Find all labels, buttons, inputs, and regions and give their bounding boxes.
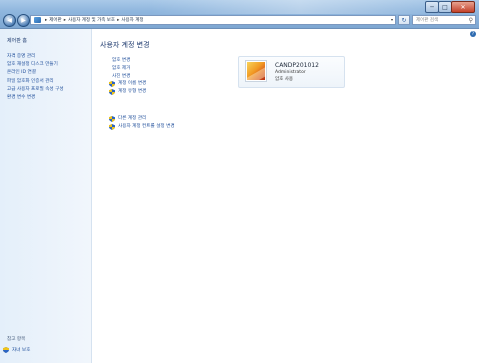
password-status: 암호 사용: [275, 77, 293, 82]
uac-shield-icon: [109, 89, 115, 96]
uac-shield-icon: [3, 347, 9, 353]
change-environment-variables-link[interactable]: 환경 변수 변경: [7, 94, 64, 102]
address-bar[interactable]: ▸ 제어판 ▸ 사용자 계정 및 가족 보호 ▸ 사용자 계정 ▾: [30, 15, 396, 25]
manage-other-account-label[interactable]: 다른 계정 관리: [118, 115, 146, 123]
address-dropdown-icon[interactable]: ▾: [391, 17, 393, 22]
breadcrumb-separator[interactable]: ▸: [45, 18, 47, 23]
change-account-name-label[interactable]: 계정 이름 변경: [118, 80, 146, 88]
parental-controls-label[interactable]: 자녀 보호: [12, 347, 30, 353]
minimize-button[interactable]: ─: [425, 1, 439, 13]
link-online-id-link[interactable]: 온라인 ID 연결: [7, 69, 64, 77]
search-box[interactable]: 제어판 검색 ⚲: [412, 15, 476, 25]
other-task-list: 다른 계정 관리 사용자 계정 컨트롤 설정 변경: [109, 115, 175, 131]
see-also-heading: 참고 항목: [7, 337, 26, 342]
window-titlebar: ─ □ ✕ ◀ ▶ ▾ ▸ 제어판 ▸ 사용자 계정 및 가족 보호 ▸ 사용자…: [0, 0, 479, 29]
manage-encryption-certificates-link[interactable]: 파일 암호화 인증서 관리: [7, 78, 64, 86]
breadcrumb-user-accounts[interactable]: 사용자 계정: [121, 17, 143, 23]
change-picture-label[interactable]: 사진 변경: [112, 73, 130, 81]
page-title: 사용자 계정 변경: [100, 41, 150, 49]
parental-controls-link[interactable]: 자녀 보호: [3, 347, 30, 353]
help-icon[interactable]: ?: [470, 31, 476, 37]
remove-password-link[interactable]: 암호 제거: [109, 65, 146, 73]
advanced-profile-properties-link[interactable]: 고급 사용자 프로필 속성 구성: [7, 86, 64, 94]
create-password-reset-disk-link[interactable]: 암호 재설정 디스크 만들기: [7, 61, 64, 69]
left-pane: 제어판 홈 자격 증명 관리 암호 재설정 디스크 만들기 온라인 ID 연결 …: [0, 29, 92, 363]
manage-other-account-link[interactable]: 다른 계정 관리: [109, 115, 175, 123]
breadcrumb-separator[interactable]: ▸: [117, 18, 119, 23]
breadcrumb-separator[interactable]: ▸: [64, 18, 66, 23]
uac-shield-icon: [109, 123, 115, 130]
account-task-list: 암호 변경 암호 제거 사진 변경 계정 이름 변경 계정 유형 변경: [109, 57, 146, 96]
change-password-label[interactable]: 암호 변경: [112, 57, 130, 65]
avatar-picture: [247, 62, 265, 80]
user-name: CANDP201012: [275, 62, 319, 69]
manage-credentials-link[interactable]: 자격 증명 관리: [7, 53, 64, 61]
refresh-button[interactable]: ↻: [398, 15, 410, 25]
control-panel-icon: [34, 17, 41, 23]
user-account-card: CANDP201012 Administrator 암호 사용: [238, 56, 345, 88]
change-picture-link[interactable]: 사진 변경: [109, 73, 146, 81]
change-account-type-link[interactable]: 계정 유형 변경: [109, 88, 146, 96]
uac-shield-icon: [109, 81, 115, 88]
remove-password-label[interactable]: 암호 제거: [112, 65, 130, 73]
change-password-link[interactable]: 암호 변경: [109, 57, 146, 65]
uac-shield-icon: [109, 115, 115, 122]
left-pane-links: 자격 증명 관리 암호 재설정 디스크 만들기 온라인 ID 연결 파일 암호화…: [7, 53, 64, 102]
window-caption-buttons: ─ □ ✕: [425, 1, 475, 13]
control-panel-home-link[interactable]: 제어판 홈: [7, 37, 27, 44]
forward-button[interactable]: ▶: [17, 13, 30, 27]
change-account-name-link[interactable]: 계정 이름 변경: [109, 80, 146, 88]
uac-settings-link[interactable]: 사용자 계정 컨트롤 설정 변경: [109, 123, 175, 131]
change-account-type-label[interactable]: 계정 유형 변경: [118, 88, 146, 96]
back-button[interactable]: ◀: [3, 13, 16, 27]
search-placeholder[interactable]: 제어판 검색: [416, 17, 438, 23]
titlebar-glass-shine: [150, 0, 450, 14]
breadcrumb-control-panel[interactable]: 제어판: [49, 17, 61, 23]
search-icon[interactable]: ⚲: [469, 17, 473, 24]
breadcrumb-user-accounts-family[interactable]: 사용자 계정 및 가족 보호: [68, 17, 115, 23]
user-avatar[interactable]: [245, 60, 267, 82]
uac-settings-label[interactable]: 사용자 계정 컨트롤 설정 변경: [118, 123, 175, 131]
maximize-button[interactable]: □: [438, 1, 452, 13]
user-role: Administrator: [275, 70, 306, 75]
close-button[interactable]: ✕: [451, 1, 475, 13]
